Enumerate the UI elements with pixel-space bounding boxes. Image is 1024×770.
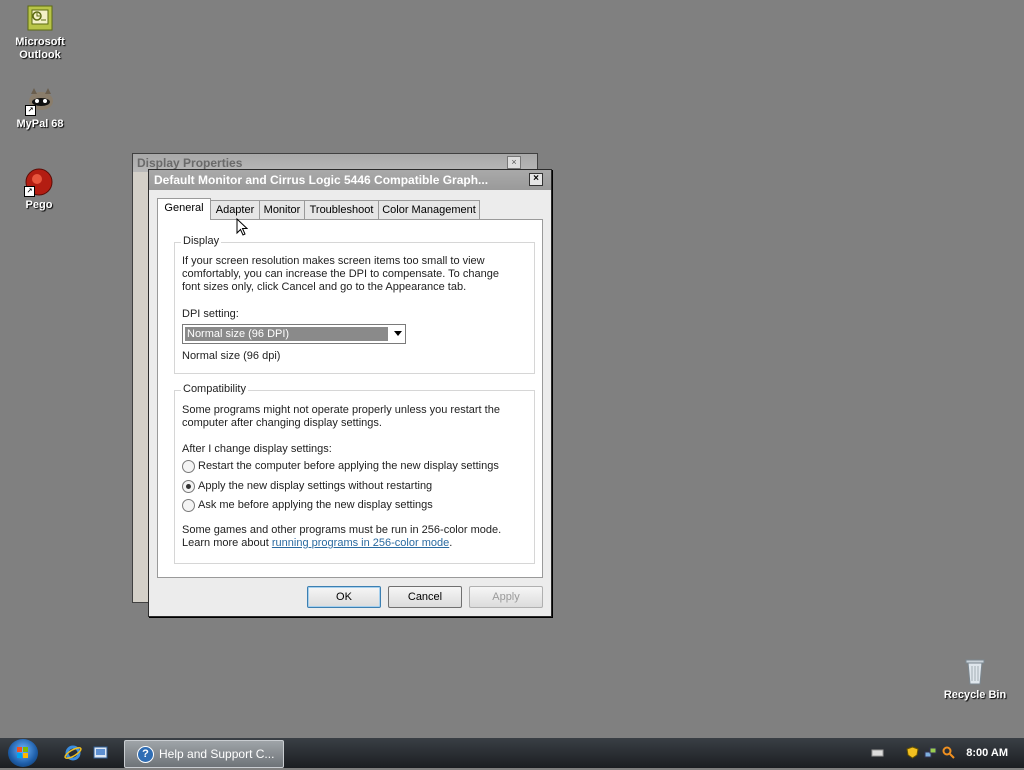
shortcut-arrow-icon: ↗ <box>25 105 36 116</box>
taskbar-button-label: Help and Support C... <box>159 747 275 761</box>
close-button[interactable]: × <box>529 173 543 186</box>
network-icon[interactable] <box>924 746 937 759</box>
games-text-line1: Some games and other programs must be ru… <box>182 524 502 536</box>
recycle-bin-icon <box>960 657 990 687</box>
cancel-button[interactable]: Cancel <box>388 586 462 608</box>
compatibility-group-label: Compatibility <box>181 383 248 395</box>
radio-restart-label[interactable]: Restart the computer before applying the… <box>198 460 499 473</box>
display-text-line1: If your screen resolution makes screen i… <box>182 255 485 267</box>
desktop-icon-outlook[interactable]: Microsoft Outlook <box>2 4 78 62</box>
tab-general[interactable]: General <box>157 198 211 220</box>
taskbar-button-help-and-support[interactable]: ? Help and Support C... <box>124 740 284 768</box>
tab-panel-general: Display If your screen resolution makes … <box>157 219 543 578</box>
start-button[interactable] <box>8 739 38 767</box>
show-desktop-icon[interactable] <box>92 744 110 762</box>
close-button[interactable]: × <box>507 156 521 169</box>
internet-explorer-icon[interactable] <box>64 744 82 762</box>
dialog-title: Default Monitor and Cirrus Logic 5446 Co… <box>154 173 489 187</box>
windows-logo-icon <box>17 747 28 758</box>
search-icon[interactable] <box>942 746 955 759</box>
tab-troubleshoot[interactable]: Troubleshoot <box>304 200 379 219</box>
outlook-icon <box>25 4 55 34</box>
desktop-icon-label: MyPal 68 <box>16 118 64 130</box>
desktop-icon-label: Outlook <box>19 49 61 61</box>
display-text-line2: comfortably, you can increase the DPI to… <box>182 268 499 280</box>
desktop-icon-recycle-bin[interactable]: Recycle Bin <box>937 657 1013 702</box>
taskbar: ? Help and Support C... 8:00 AM <box>0 738 1024 768</box>
desktop-icon-mypal[interactable]: ↗ MyPal 68 <box>2 86 78 131</box>
pego-icon: ↗ <box>24 167 54 197</box>
radio-restart[interactable] <box>182 460 195 473</box>
games-text-line2: Learn more about running programs in 256… <box>182 537 452 550</box>
chevron-down-icon[interactable] <box>394 331 402 336</box>
tab-monitor[interactable]: Monitor <box>259 200 305 219</box>
clock[interactable]: 8:00 AM <box>966 738 1008 768</box>
display-group-label: Display <box>181 235 222 247</box>
desktop-icon-pego[interactable]: ↗ Pego <box>1 167 77 212</box>
compat-text-line1: Some programs might not operate properly… <box>182 404 500 416</box>
display-text-line3: font sizes only, click Cancel and go to … <box>182 281 467 293</box>
compat-text-line2: computer after changing display settings… <box>182 417 382 429</box>
apply-button[interactable]: Apply <box>469 586 543 608</box>
dpi-setting-label: DPI setting: <box>182 308 239 320</box>
radio-apply-without-restart[interactable] <box>182 480 195 493</box>
radio-apply-label[interactable]: Apply the new display settings without r… <box>198 480 432 493</box>
dpi-setting-dropdown[interactable]: Normal size (96 DPI) <box>182 324 406 344</box>
dpi-setting-value: Normal size (96 DPI) <box>185 327 388 341</box>
shortcut-arrow-icon: ↗ <box>24 186 35 197</box>
dialog-titlebar[interactable]: Default Monitor and Cirrus Logic 5446 Co… <box>149 170 551 190</box>
radio-ask-me[interactable] <box>182 499 195 512</box>
mouse-cursor-icon <box>236 218 248 236</box>
help-icon: ? <box>137 746 154 763</box>
learn-more-suffix: . <box>449 537 453 549</box>
dpi-note: Normal size (96 dpi) <box>182 350 281 362</box>
ok-button[interactable]: OK <box>307 586 381 608</box>
desktop-icon-label: Pego <box>25 199 53 211</box>
256-color-mode-link[interactable]: running programs in 256-color mode <box>272 537 449 549</box>
learn-more-prefix: Learn more about <box>182 537 272 549</box>
tab-adapter[interactable]: Adapter <box>210 200 260 219</box>
tab-color-management[interactable]: Color Management <box>378 200 480 219</box>
desktop-icon-label: Recycle Bin <box>943 689 1007 701</box>
mypal-icon: ↗ <box>25 86 55 116</box>
after-change-label: After I change display settings: <box>182 443 332 455</box>
security-shield-icon[interactable] <box>906 746 919 759</box>
keyboard-icon[interactable] <box>871 746 884 759</box>
desktop-icon-label: Microsoft <box>15 36 65 48</box>
monitor-properties-dialog[interactable]: Default Monitor and Cirrus Logic 5446 Co… <box>148 169 552 617</box>
radio-ask-label[interactable]: Ask me before applying the new display s… <box>198 499 433 512</box>
